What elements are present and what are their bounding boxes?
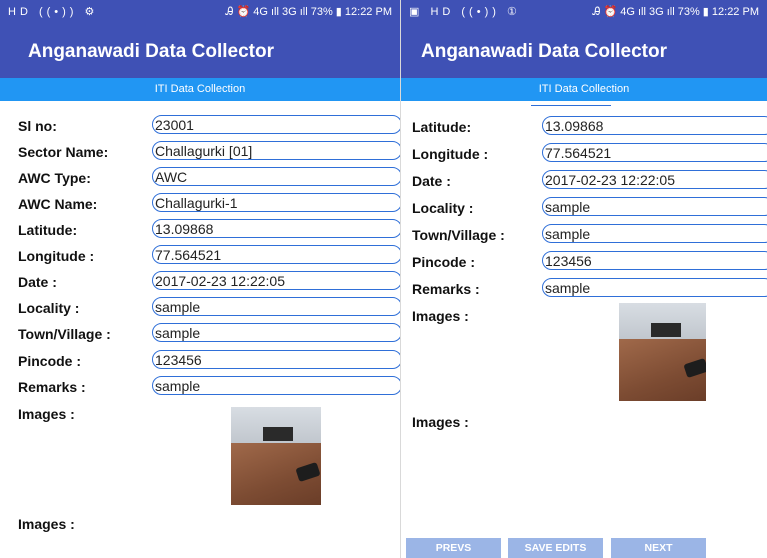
images-row-2: Images : (0, 511, 400, 537)
form-row-remarks: Remarks : sample (401, 276, 767, 302)
status-bar: HD ((•)) ⚙ Ꭿ ⏰ 4G ıll 3G ıll 73% ▮ 12:22… (0, 0, 400, 24)
latitude-label: Latitude: (18, 222, 78, 238)
town-village-field[interactable]: sample (152, 323, 400, 342)
form-row-longitude: Longitude : 77.564521 (401, 141, 767, 167)
images-label-2: Images : (18, 516, 75, 532)
form-content[interactable]: Latitude: 13.09868 Longitude : 77.564521… (401, 101, 767, 558)
date-field[interactable]: 2017-02-23 12:22:05 (152, 271, 400, 290)
section-title: ITI Data Collection (401, 78, 767, 101)
screen-left: HD ((•)) ⚙ Ꭿ ⏰ 4G ıll 3G ıll 73% ▮ 12:22… (0, 0, 400, 558)
latitude-field[interactable]: 13.09868 (152, 219, 400, 238)
status-icons-left: HD ((•)) ⚙ (8, 6, 99, 18)
date-label: Date : (18, 274, 57, 290)
sl-no-label: Sl no: (18, 118, 57, 134)
longitude-label: Longitude : (18, 248, 95, 264)
form-row-remarks: Remarks : sample (0, 374, 400, 400)
form-row-latitude: Latitude: 13.09868 (0, 217, 400, 243)
section-title: ITI Data Collection (0, 78, 400, 101)
longitude-field[interactable]: 77.564521 (152, 245, 400, 264)
form-row-locality: Locality : sample (401, 195, 767, 221)
remarks-label: Remarks : (412, 281, 480, 297)
town-village-label: Town/Village : (412, 227, 505, 243)
images-label: Images : (412, 308, 469, 324)
form-row-date: Date : 2017-02-23 12:22:05 (0, 269, 400, 295)
form-row-awc-name: AWC Name: Challagurki-1 (0, 191, 400, 217)
form-row-pincode: Pincode : 123456 (401, 249, 767, 275)
form-row-date: Date : 2017-02-23 12:22:05 (401, 168, 767, 194)
image-monitor (263, 427, 293, 441)
app-bar: Anganawadi Data Collector (401, 24, 767, 78)
sector-name-field[interactable]: Challagurki [01] (152, 141, 400, 160)
latitude-label: Latitude: (412, 119, 472, 135)
next-button[interactable]: NEXT (611, 538, 706, 558)
image-monitor (651, 323, 681, 337)
remarks-field[interactable]: sample (542, 278, 767, 297)
pincode-field[interactable]: 123456 (542, 251, 767, 270)
awc-type-field[interactable]: AWC (152, 167, 400, 186)
sector-name-label: Sector Name: (18, 144, 109, 160)
form-row-locality: Locality : sample (0, 295, 400, 321)
pincode-field[interactable]: 123456 (152, 350, 400, 369)
status-icons-right: Ꭿ ⏰ 4G ıll 3G ıll 73% ▮ 12:22 PM (225, 6, 393, 18)
captured-image-thumbnail[interactable] (231, 407, 321, 505)
images-label-2: Images : (412, 414, 469, 430)
form-row-longitude: Longitude : 77.564521 (0, 243, 400, 269)
images-row-1: Images : (0, 401, 400, 427)
app-title: Anganawadi Data Collector (28, 41, 274, 62)
screen-right: ▣ HD ((•)) ① Ꭿ ⏰ 4G ıll 3G ıll 73% ▮ 12:… (400, 0, 767, 558)
form-row-awc-type: AWC Type: AWC (0, 165, 400, 191)
longitude-label: Longitude : (412, 146, 489, 162)
app-title: Anganawadi Data Collector (421, 41, 667, 62)
images-label: Images : (18, 406, 75, 422)
remarks-label: Remarks : (18, 379, 86, 395)
locality-field[interactable]: sample (542, 197, 767, 216)
locality-field[interactable]: sample (152, 297, 400, 316)
images-row-1: Images : (401, 303, 767, 329)
form-row-pincode: Pincode : 123456 (0, 348, 400, 374)
captured-image-thumbnail[interactable] (619, 303, 706, 402)
partial-field-above (531, 101, 611, 106)
date-field[interactable]: 2017-02-23 12:22:05 (542, 170, 767, 189)
images-row-2: Images : (401, 409, 767, 435)
latitude-field[interactable]: 13.09868 (542, 116, 767, 135)
form-row-sl-no: Sl no: 23001 (0, 113, 400, 139)
status-bar: ▣ HD ((•)) ① Ꭿ ⏰ 4G ıll 3G ıll 73% ▮ 12:… (401, 0, 767, 24)
awc-name-label: AWC Name: (18, 196, 98, 212)
form-row-town-village: Town/Village : sample (0, 321, 400, 347)
town-village-field[interactable]: sample (542, 224, 767, 243)
date-label: Date : (412, 173, 451, 189)
longitude-field[interactable]: 77.564521 (542, 143, 767, 162)
status-icons-left: ▣ HD ((•)) ① (409, 6, 521, 18)
form-row-latitude: Latitude: 13.09868 (401, 114, 767, 140)
awc-type-label: AWC Type: (18, 170, 91, 186)
app-bar: Anganawadi Data Collector (0, 24, 400, 78)
form-row-town-village: Town/Village : sample (401, 222, 767, 248)
sl-no-field[interactable]: 23001 (152, 115, 400, 134)
save-edits-button[interactable]: SAVE EDITS (508, 538, 603, 558)
prev-button[interactable]: PREVS (406, 538, 501, 558)
form-row-sector-name: Sector Name: Challagurki [01] (0, 139, 400, 165)
remarks-field[interactable]: sample (152, 376, 400, 395)
locality-label: Locality : (412, 200, 474, 216)
pincode-label: Pincode : (18, 353, 82, 369)
awc-name-field[interactable]: Challagurki-1 (152, 193, 400, 212)
locality-label: Locality : (18, 300, 80, 316)
form-content[interactable]: Sl no: 23001 Sector Name: Challagurki [0… (0, 101, 400, 558)
pincode-label: Pincode : (412, 254, 476, 270)
status-icons-right: Ꭿ ⏰ 4G ıll 3G ıll 73% ▮ 12:22 PM (592, 6, 760, 18)
town-village-label: Town/Village : (18, 326, 111, 342)
